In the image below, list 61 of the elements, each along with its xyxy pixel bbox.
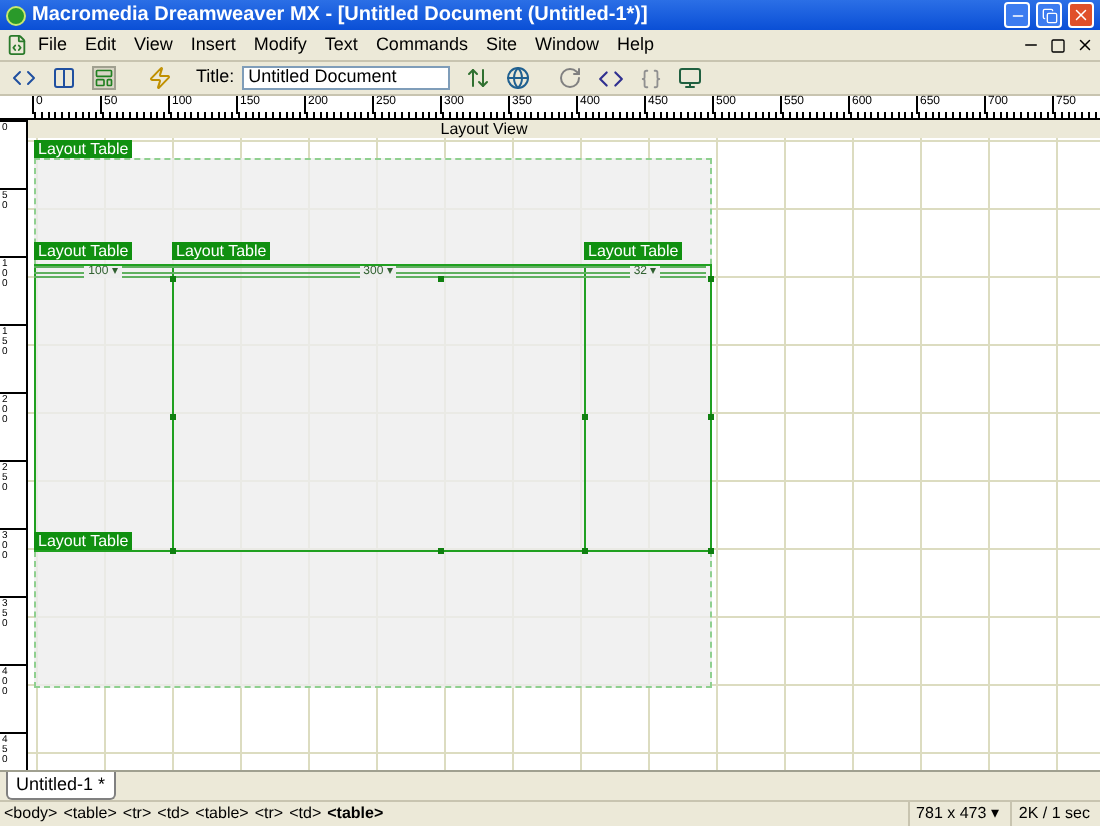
tag-selector-item[interactable]: <tr> bbox=[122, 802, 152, 826]
resize-handle[interactable] bbox=[708, 276, 714, 282]
tag-selector-item[interactable]: <table> bbox=[63, 802, 117, 826]
restore-button[interactable] bbox=[1036, 2, 1062, 28]
menu-item[interactable]: Window bbox=[526, 31, 607, 59]
tag-selector-item[interactable]: <td> bbox=[289, 802, 322, 826]
split-view-icon[interactable] bbox=[52, 66, 76, 90]
document-tab[interactable]: Untitled-1 * bbox=[6, 772, 116, 800]
resize-handle[interactable] bbox=[170, 414, 176, 420]
resize-handle[interactable] bbox=[438, 276, 444, 282]
menu-item[interactable]: Text bbox=[316, 31, 366, 59]
tag-selector-item[interactable]: <tr> bbox=[254, 802, 284, 826]
menu-item[interactable]: Edit bbox=[77, 31, 125, 59]
globe-icon[interactable] bbox=[506, 66, 531, 90]
menu-item[interactable]: Site bbox=[477, 31, 525, 59]
resize-handle[interactable] bbox=[170, 548, 176, 554]
refresh-icon[interactable] bbox=[558, 66, 583, 90]
resize-handle[interactable] bbox=[582, 548, 588, 554]
menu-item[interactable]: Help bbox=[608, 31, 662, 59]
menu-item[interactable]: View bbox=[126, 31, 181, 59]
tag-selector-item[interactable]: <table> bbox=[327, 802, 384, 826]
tag-selector-item[interactable]: <td> bbox=[157, 802, 190, 826]
tag-selector-item[interactable]: <body> bbox=[4, 802, 58, 826]
window-size-menu[interactable]: 781 x 473 ▾ bbox=[908, 802, 1005, 826]
minimize-button[interactable] bbox=[1004, 2, 1030, 28]
window-title: Macromedia Dreamweaver MX - [Untitled Document (Untitled-1*)] bbox=[32, 2, 650, 30]
title-label: Title: bbox=[196, 64, 235, 91]
code-tag-icon[interactable] bbox=[598, 65, 625, 91]
lightning-icon[interactable] bbox=[148, 66, 172, 90]
tag-selector-item[interactable]: <table> bbox=[195, 802, 249, 826]
menu-item[interactable]: Modify bbox=[245, 31, 315, 59]
layout-table-tab[interactable]: Layout Table bbox=[34, 140, 133, 158]
resize-handle[interactable] bbox=[170, 276, 176, 282]
menu-item[interactable]: File bbox=[30, 31, 76, 59]
menu-item[interactable]: Insert bbox=[182, 31, 244, 59]
menu-item[interactable]: Commands bbox=[367, 31, 476, 59]
nested-layout-table[interactable] bbox=[34, 264, 712, 552]
resize-handle[interactable] bbox=[438, 548, 444, 554]
braces-icon[interactable] bbox=[640, 67, 663, 89]
restore-icon bbox=[1041, 7, 1057, 23]
layout-table[interactable] bbox=[34, 158, 712, 688]
layout-table-tab[interactable]: Layout Table bbox=[172, 242, 271, 260]
file-transfer-icon[interactable] bbox=[466, 66, 491, 90]
download-time: 2K / 1 sec bbox=[1010, 802, 1096, 826]
close-button[interactable] bbox=[1068, 2, 1094, 28]
layout-table-tab[interactable]: Layout Table bbox=[34, 242, 133, 260]
layout-table-tab[interactable]: Layout Table bbox=[34, 532, 133, 550]
resize-handle[interactable] bbox=[582, 414, 588, 420]
design-view-icon[interactable] bbox=[92, 66, 116, 90]
view-options-icon[interactable] bbox=[678, 66, 703, 90]
close-icon bbox=[1072, 6, 1090, 24]
code-view-icon[interactable] bbox=[12, 66, 36, 90]
restore-icon[interactable] bbox=[1050, 37, 1066, 53]
resize-handle[interactable] bbox=[708, 548, 714, 554]
document-icon bbox=[6, 34, 28, 56]
title-field[interactable]: Untitled Document bbox=[242, 66, 451, 90]
resize-handle[interactable] bbox=[708, 414, 714, 420]
app-logo-icon bbox=[6, 5, 26, 25]
close-icon[interactable] bbox=[1076, 36, 1094, 54]
layout-table-tab[interactable]: Layout Table bbox=[584, 242, 683, 260]
view-mode-label: Layout View bbox=[440, 120, 528, 138]
